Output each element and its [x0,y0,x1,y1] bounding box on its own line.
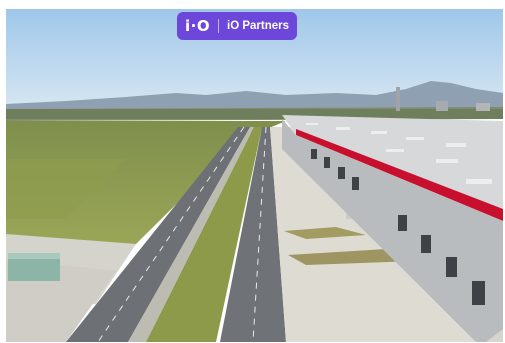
brand-logo-icon: i·O [185,17,211,35]
brand-name: iO Partners [227,20,289,32]
aerial-photo [6,9,503,342]
shed [8,257,60,281]
brand-badge: i·O iO Partners [177,12,297,40]
badge-divider [218,19,219,33]
